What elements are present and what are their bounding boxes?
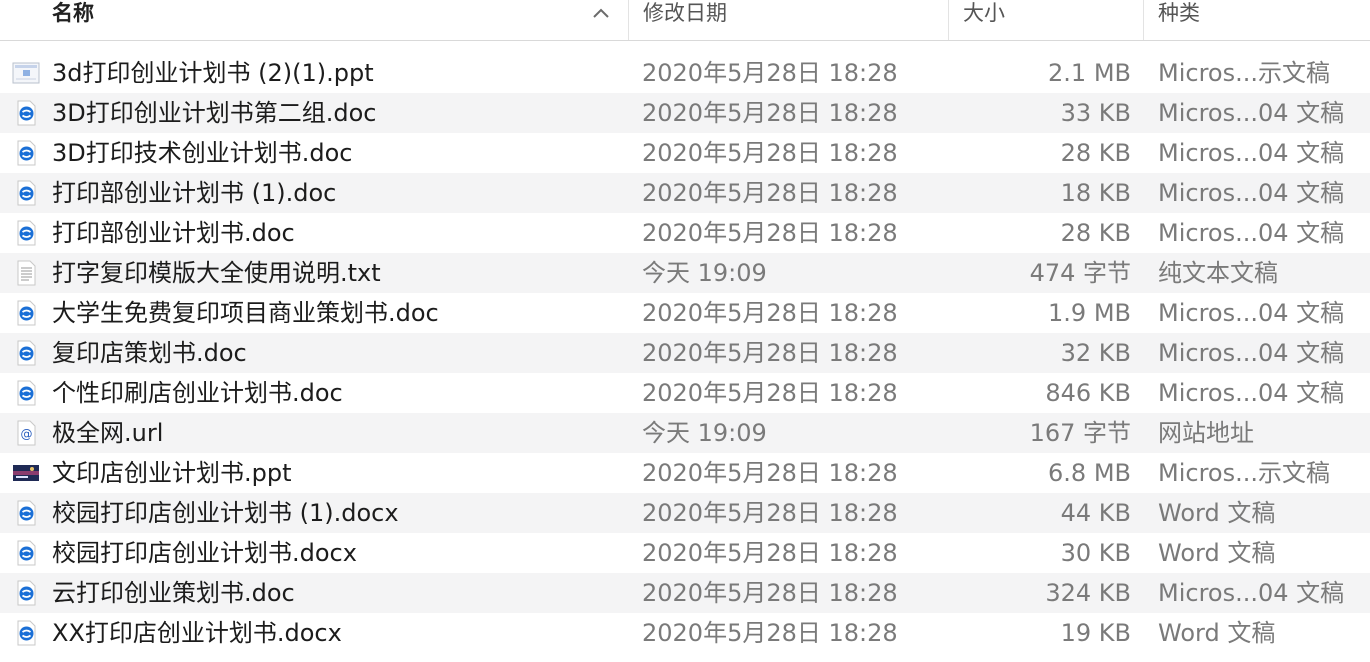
file-name: 极全网.url xyxy=(52,419,164,447)
column-header-bar: 名称 修改日期 大小 种类 xyxy=(0,0,1370,41)
file-size: 474 字节 xyxy=(1029,259,1131,287)
doc-icon xyxy=(12,620,40,646)
file-row[interactable]: 打字复印模版大全使用说明.txt 今天 19:09 474 字节 纯文本文稿 xyxy=(0,253,1370,293)
txt-icon xyxy=(12,260,40,286)
file-date-modified: 2020年5月28日 18:28 xyxy=(642,499,898,527)
doc-icon xyxy=(12,580,40,606)
file-kind: 网站地址 xyxy=(1158,419,1254,447)
file-row[interactable]: 3D打印技术创业计划书.doc 2020年5月28日 18:28 28 KB Micr… xyxy=(0,133,1370,173)
file-name: 大学生免费复印项目商业策划书.doc xyxy=(52,299,439,327)
file-name: 云打印创业策划书.doc xyxy=(52,579,295,607)
file-name: 3D打印创业计划书第二组.doc xyxy=(52,99,377,127)
file-size: 167 字节 xyxy=(1029,419,1131,447)
doc-icon xyxy=(12,380,40,406)
file-size: 33 KB xyxy=(1060,99,1131,127)
file-date-modified: 2020年5月28日 18:28 xyxy=(642,99,898,127)
file-name: 校园打印店创业计划书 (1).docx xyxy=(52,499,399,527)
file-list: 3d打印创业计划书 (2)(1).ppt 2020年5月28日 18:28 2.1 … xyxy=(0,53,1370,653)
file-row[interactable]: XX打印店创业计划书.docx 2020年5月28日 18:28 19 KB Word… xyxy=(0,613,1370,653)
file-date-modified: 今天 19:09 xyxy=(642,419,767,447)
file-size: 30 KB xyxy=(1060,539,1131,567)
file-name: 校园打印店创业计划书.docx xyxy=(52,539,357,567)
file-size: 44 KB xyxy=(1060,499,1131,527)
url-icon: @ xyxy=(12,420,40,446)
file-size: 28 KB xyxy=(1060,139,1131,167)
file-date-modified: 2020年5月28日 18:28 xyxy=(642,139,898,167)
file-kind: Micros...04 文稿 xyxy=(1158,99,1345,127)
doc-icon xyxy=(12,300,40,326)
file-date-modified: 2020年5月28日 18:28 xyxy=(642,339,898,367)
file-name: 打字复印模版大全使用说明.txt xyxy=(52,259,381,287)
file-size: 32 KB xyxy=(1060,339,1131,367)
sort-ascending-chevron-icon[interactable] xyxy=(592,6,610,20)
file-row[interactable]: 个性印刷店创业计划书.doc 2020年5月28日 18:28 846 KB Micr… xyxy=(0,373,1370,413)
file-size: 324 KB xyxy=(1045,579,1131,607)
file-size: 846 KB xyxy=(1045,379,1131,407)
file-kind: Micros...04 文稿 xyxy=(1158,299,1345,327)
doc-icon xyxy=(12,180,40,206)
svg-text:@: @ xyxy=(21,427,33,441)
doc-icon xyxy=(12,500,40,526)
file-date-modified: 2020年5月28日 18:28 xyxy=(642,59,898,87)
file-date-modified: 2020年5月28日 18:28 xyxy=(642,579,898,607)
file-row[interactable]: 文印店创业计划书.ppt 2020年5月28日 18:28 6.8 MB Micros… xyxy=(0,453,1370,493)
file-name: XX打印店创业计划书.docx xyxy=(52,619,342,647)
file-row[interactable]: 校园打印店创业计划书.docx 2020年5月28日 18:28 30 KB Word… xyxy=(0,533,1370,573)
file-row[interactable]: 打印部创业计划书.doc 2020年5月28日 18:28 28 KB Micros.… xyxy=(0,213,1370,253)
file-size: 6.8 MB xyxy=(1048,459,1131,487)
file-row[interactable]: 云打印创业策划书.doc 2020年5月28日 18:28 324 KB Micros… xyxy=(0,573,1370,613)
column-header-date-modified[interactable]: 修改日期 xyxy=(628,0,948,40)
doc-icon xyxy=(12,340,40,366)
file-size: 18 KB xyxy=(1060,179,1131,207)
file-kind: Micros...04 文稿 xyxy=(1158,339,1345,367)
file-row[interactable]: 大学生免费复印项目商业策划书.doc 2020年5月28日 18:28 1.9 MB… xyxy=(0,293,1370,333)
file-kind: Micros...04 文稿 xyxy=(1158,139,1345,167)
file-size: 19 KB xyxy=(1060,619,1131,647)
file-date-modified: 2020年5月28日 18:28 xyxy=(642,379,898,407)
file-kind: Word 文稿 xyxy=(1158,499,1276,527)
file-date-modified: 2020年5月28日 18:28 xyxy=(642,179,898,207)
file-size: 1.9 MB xyxy=(1048,299,1131,327)
file-name: 3D打印技术创业计划书.doc xyxy=(52,139,353,167)
file-name: 复印店策划书.doc xyxy=(52,339,247,367)
file-kind: Micros...04 文稿 xyxy=(1158,219,1345,247)
file-row[interactable]: 校园打印店创业计划书 (1).docx 2020年5月28日 18:28 44 KB… xyxy=(0,493,1370,533)
file-kind: Micros...示文稿 xyxy=(1158,59,1330,87)
file-row[interactable]: @ 极全网.url 今天 19:09 167 字节 网站地址 xyxy=(0,413,1370,453)
column-header-name[interactable]: 名称 xyxy=(52,0,622,40)
file-date-modified: 2020年5月28日 18:28 xyxy=(642,459,898,487)
column-header-size[interactable]: 大小 xyxy=(948,0,1143,40)
file-kind: Micros...示文稿 xyxy=(1158,459,1330,487)
ppt-dark-thumbnail-icon xyxy=(12,460,40,486)
file-name: 3d打印创业计划书 (2)(1).ppt xyxy=(52,59,374,87)
file-date-modified: 今天 19:09 xyxy=(642,259,767,287)
file-row[interactable]: 复印店策划书.doc 2020年5月28日 18:28 32 KB Micros...… xyxy=(0,333,1370,373)
doc-icon xyxy=(12,220,40,246)
ppt-thumbnail-icon xyxy=(12,60,40,86)
file-row[interactable]: 3D打印创业计划书第二组.doc 2020年5月28日 18:28 33 KB Mic… xyxy=(0,93,1370,133)
doc-icon xyxy=(12,540,40,566)
file-kind: Word 文稿 xyxy=(1158,619,1276,647)
file-date-modified: 2020年5月28日 18:28 xyxy=(642,539,898,567)
file-name: 个性印刷店创业计划书.doc xyxy=(52,379,343,407)
file-date-modified: 2020年5月28日 18:28 xyxy=(642,299,898,327)
file-size: 28 KB xyxy=(1060,219,1131,247)
file-kind: Micros...04 文稿 xyxy=(1158,179,1345,207)
file-kind: Word 文稿 xyxy=(1158,539,1276,567)
file-size: 2.1 MB xyxy=(1048,59,1131,87)
file-row[interactable]: 打印部创业计划书 (1).doc 2020年5月28日 18:28 18 KB Mic… xyxy=(0,173,1370,213)
file-kind: 纯文本文稿 xyxy=(1158,259,1278,287)
file-kind: Micros...04 文稿 xyxy=(1158,579,1345,607)
file-name: 文印店创业计划书.ppt xyxy=(52,459,292,487)
doc-icon xyxy=(12,140,40,166)
file-name: 打印部创业计划书 (1).doc xyxy=(52,179,337,207)
file-date-modified: 2020年5月28日 18:28 xyxy=(642,219,898,247)
doc-icon xyxy=(12,100,40,126)
column-header-kind[interactable]: 种类 xyxy=(1143,0,1370,40)
file-date-modified: 2020年5月28日 18:28 xyxy=(642,619,898,647)
file-name: 打印部创业计划书.doc xyxy=(52,219,295,247)
file-kind: Micros...04 文稿 xyxy=(1158,379,1345,407)
file-row[interactable]: 3d打印创业计划书 (2)(1).ppt 2020年5月28日 18:28 2.1 … xyxy=(0,53,1370,93)
